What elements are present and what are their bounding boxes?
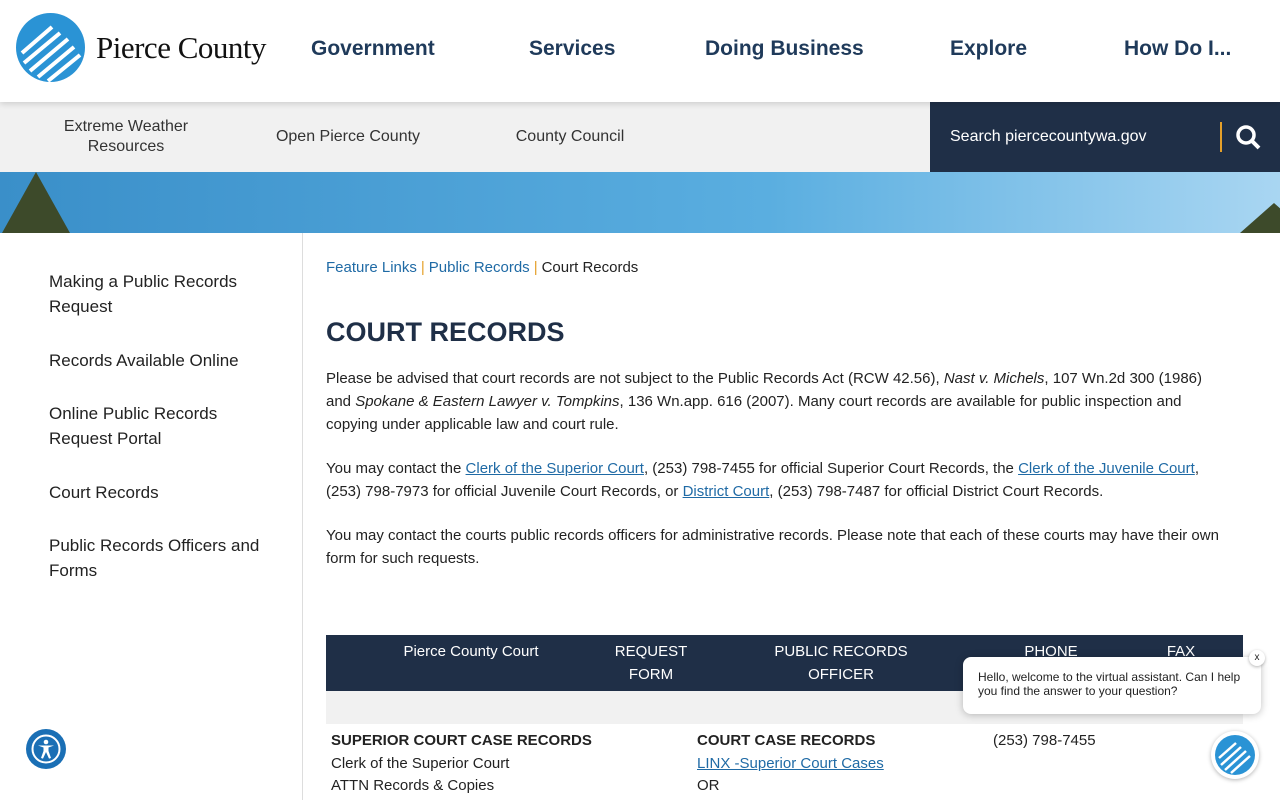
secondary-nav: Extreme Weather Resources Open Pierce Co… xyxy=(0,102,1280,172)
sidebar-item-court-records[interactable]: Court Records xyxy=(49,480,269,505)
site-header: Pierce County Government Services Doing … xyxy=(0,0,1280,102)
contact-paragraph: You may contact the Clerk of the Superio… xyxy=(326,457,1226,503)
breadcrumb: Feature Links | Public Records | Court Recor… xyxy=(326,259,638,276)
tree-image xyxy=(1240,203,1280,233)
link-open-pierce-county[interactable]: Open Pierce County xyxy=(260,127,436,147)
link-linx-superior[interactable]: LINX -Superior Court Cases xyxy=(697,755,884,772)
nav-how-do-i[interactable]: How Do I... xyxy=(1124,37,1231,61)
sidebar-item-officers-forms[interactable]: Public Records Officers and Forms xyxy=(49,533,269,583)
col-officer: PUBLIC RECORDS OFFICER xyxy=(774,643,908,683)
court-line: Clerk of the Superior Court xyxy=(331,754,510,772)
breadcrumb-separator: | xyxy=(533,259,538,276)
chatbot-launcher[interactable] xyxy=(1211,731,1259,779)
logo-text: Pierce County xyxy=(96,29,267,65)
nav-doing-business[interactable]: Doing Business xyxy=(705,37,864,61)
chatbot-logo-icon xyxy=(1215,735,1255,775)
link-district-court[interactable]: District Court xyxy=(683,483,770,500)
officer-or: OR xyxy=(697,777,720,794)
text: Please be advised that court records are… xyxy=(326,370,944,387)
admin-records-paragraph: You may contact the courts public record… xyxy=(326,527,1219,567)
tree-image xyxy=(2,172,70,233)
breadcrumb-current: Court Records xyxy=(541,259,639,276)
col-court: Pierce County Court xyxy=(403,643,539,660)
sidebar: Making a Public Records Request Records … xyxy=(15,233,303,800)
court-name: SUPERIOR COURT CASE RECORDS xyxy=(331,732,592,749)
officer-title: COURT CASE RECORDS xyxy=(697,732,876,749)
link-extreme-weather[interactable]: Extreme Weather Resources xyxy=(46,117,206,157)
intro-paragraph: Please be advised that court records are… xyxy=(326,367,1226,436)
nav-services[interactable]: Services xyxy=(529,37,615,61)
pierce-county-logo[interactable]: Pierce County xyxy=(16,13,267,82)
logo-mountain-icon xyxy=(16,13,85,82)
accessibility-icon xyxy=(31,734,61,764)
sidebar-item-records-online[interactable]: Records Available Online xyxy=(49,348,269,373)
officer-cell: COURT CASE RECORDS LINX -Superior Court … xyxy=(697,730,884,798)
chat-bubble[interactable]: Hello, welcome to the virtual assistant.… xyxy=(963,657,1261,714)
link-clerk-superior-court[interactable]: Clerk of the Superior Court xyxy=(466,460,644,477)
link-county-council[interactable]: County Council xyxy=(500,127,640,147)
search-bar xyxy=(930,102,1280,172)
link-clerk-juvenile-court[interactable]: Clerk of the Juvenile Court xyxy=(1018,460,1195,477)
sidebar-item-request-portal[interactable]: Online Public Records Request Portal xyxy=(49,401,269,451)
text: , (253) 798-7455 for official Superior C… xyxy=(643,460,1019,477)
col-request-form: REQUEST FORM xyxy=(614,643,688,683)
chat-close-button[interactable]: x xyxy=(1249,650,1265,666)
search-icon[interactable] xyxy=(1228,117,1268,157)
page-title: COURT RECORDS xyxy=(326,317,565,347)
content-area: Making a Public Records Request Records … xyxy=(15,233,1265,800)
breadcrumb-public-records[interactable]: Public Records xyxy=(429,259,530,276)
phone-cell: (253) 798-7455 xyxy=(993,732,1096,749)
breadcrumb-separator: | xyxy=(420,259,425,276)
breadcrumb-feature-links[interactable]: Feature Links xyxy=(326,259,417,276)
case-citation: Spokane & Eastern Lawyer v. Tompkins xyxy=(355,393,620,410)
search-input[interactable] xyxy=(950,128,1220,146)
accessibility-button[interactable] xyxy=(26,729,66,769)
text: , (253) 798-7487 for official District C… xyxy=(769,483,1104,500)
hero-banner xyxy=(0,172,1280,233)
court-line: ATTN Records & Copies xyxy=(331,777,495,794)
nav-government[interactable]: Government xyxy=(311,37,435,61)
sidebar-item-making-request[interactable]: Making a Public Records Request xyxy=(49,269,269,319)
court-cell: SUPERIOR COURT CASE RECORDS Clerk of the… xyxy=(331,730,592,798)
text: You may contact the xyxy=(326,460,466,477)
case-citation: Nast v. Michels xyxy=(943,370,1045,387)
nav-explore[interactable]: Explore xyxy=(950,37,1027,61)
search-divider xyxy=(1220,122,1222,152)
